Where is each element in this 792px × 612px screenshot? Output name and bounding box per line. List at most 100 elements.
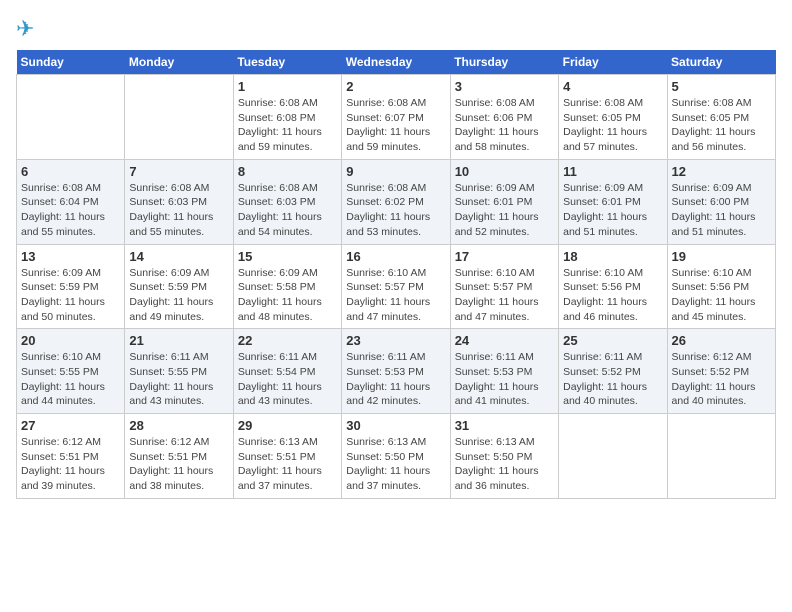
logo: ✈: [16, 16, 34, 42]
calendar-cell: 16 Sunrise: 6:10 AMSunset: 5:57 PMDayligh…: [342, 244, 450, 329]
day-number: 2: [346, 79, 445, 94]
day-info: Sunrise: 6:11 AMSunset: 5:53 PMDaylight:…: [346, 350, 445, 409]
calendar-cell: 23 Sunrise: 6:11 AMSunset: 5:53 PMDayligh…: [342, 329, 450, 414]
day-info: Sunrise: 6:09 AMSunset: 5:58 PMDaylight:…: [238, 266, 337, 325]
day-info: Sunrise: 6:08 AMSunset: 6:06 PMDaylight:…: [455, 96, 554, 155]
calendar-week-row: 1 Sunrise: 6:08 AMSunset: 6:08 PMDaylight…: [17, 75, 776, 160]
weekday-header: Wednesday: [342, 50, 450, 75]
weekday-header: Tuesday: [233, 50, 341, 75]
day-number: 21: [129, 333, 228, 348]
calendar-cell: 13 Sunrise: 6:09 AMSunset: 5:59 PMDayligh…: [17, 244, 125, 329]
day-number: 14: [129, 249, 228, 264]
day-info: Sunrise: 6:08 AMSunset: 6:03 PMDaylight:…: [238, 181, 337, 240]
day-number: 5: [672, 79, 771, 94]
day-info: Sunrise: 6:08 AMSunset: 6:02 PMDaylight:…: [346, 181, 445, 240]
day-number: 6: [21, 164, 120, 179]
day-info: Sunrise: 6:13 AMSunset: 5:51 PMDaylight:…: [238, 435, 337, 494]
day-number: 30: [346, 418, 445, 433]
day-info: Sunrise: 6:11 AMSunset: 5:55 PMDaylight:…: [129, 350, 228, 409]
day-number: 15: [238, 249, 337, 264]
day-info: Sunrise: 6:10 AMSunset: 5:57 PMDaylight:…: [455, 266, 554, 325]
day-info: Sunrise: 6:10 AMSunset: 5:57 PMDaylight:…: [346, 266, 445, 325]
day-number: 12: [672, 164, 771, 179]
calendar-header-row: SundayMondayTuesdayWednesdayThursdayFrid…: [17, 50, 776, 75]
day-number: 26: [672, 333, 771, 348]
day-info: Sunrise: 6:09 AMSunset: 5:59 PMDaylight:…: [21, 266, 120, 325]
day-info: Sunrise: 6:13 AMSunset: 5:50 PMDaylight:…: [346, 435, 445, 494]
calendar-cell: 4 Sunrise: 6:08 AMSunset: 6:05 PMDaylight…: [559, 75, 667, 160]
day-number: 22: [238, 333, 337, 348]
calendar-cell: 31 Sunrise: 6:13 AMSunset: 5:50 PMDayligh…: [450, 414, 558, 499]
calendar-cell: 24Sunrise: 6:11 AMSunset: 5:53 PMDayligh…: [450, 329, 558, 414]
day-info: Sunrise: 6:12 AMSunset: 5:52 PMDaylight:…: [672, 350, 771, 409]
day-info: Sunrise: 6:08 AMSunset: 6:04 PMDaylight:…: [21, 181, 120, 240]
day-info: Sunrise: 6:08 AMSunset: 6:05 PMDaylight:…: [672, 96, 771, 155]
day-number: 28: [129, 418, 228, 433]
calendar-cell: 15 Sunrise: 6:09 AMSunset: 5:58 PMDayligh…: [233, 244, 341, 329]
day-info: Sunrise: 6:08 AMSunset: 6:05 PMDaylight:…: [563, 96, 662, 155]
weekday-header: Friday: [559, 50, 667, 75]
calendar-cell: 22 Sunrise: 6:11 AMSunset: 5:54 PMDayligh…: [233, 329, 341, 414]
day-info: Sunrise: 6:08 AMSunset: 6:03 PMDaylight:…: [129, 181, 228, 240]
day-number: 25: [563, 333, 662, 348]
calendar-cell: 30 Sunrise: 6:13 AMSunset: 5:50 PMDayligh…: [342, 414, 450, 499]
day-info: Sunrise: 6:13 AMSunset: 5:50 PMDaylight:…: [455, 435, 554, 494]
day-info: Sunrise: 6:11 AMSunset: 5:54 PMDaylight:…: [238, 350, 337, 409]
day-info: Sunrise: 6:09 AMSunset: 6:01 PMDaylight:…: [455, 181, 554, 240]
day-info: Sunrise: 6:08 AMSunset: 6:08 PMDaylight:…: [238, 96, 337, 155]
day-info: Sunrise: 6:10 AMSunset: 5:56 PMDaylight:…: [672, 266, 771, 325]
calendar-cell: 10 Sunrise: 6:09 AMSunset: 6:01 PMDayligh…: [450, 159, 558, 244]
day-number: 17: [455, 249, 554, 264]
calendar-cell: 20 Sunrise: 6:10 AMSunset: 5:55 PMDayligh…: [17, 329, 125, 414]
calendar-cell: [559, 414, 667, 499]
day-info: Sunrise: 6:10 AMSunset: 5:55 PMDaylight:…: [21, 350, 120, 409]
day-number: 11: [563, 164, 662, 179]
day-number: 7: [129, 164, 228, 179]
day-number: 13: [21, 249, 120, 264]
weekday-header: Saturday: [667, 50, 775, 75]
day-number: 4: [563, 79, 662, 94]
weekday-header: Monday: [125, 50, 233, 75]
calendar-cell: 14 Sunrise: 6:09 AMSunset: 5:59 PMDayligh…: [125, 244, 233, 329]
calendar-cell: 9 Sunrise: 6:08 AMSunset: 6:02 PMDaylight…: [342, 159, 450, 244]
calendar-cell: 28 Sunrise: 6:12 AMSunset: 5:51 PMDayligh…: [125, 414, 233, 499]
calendar-week-row: 13 Sunrise: 6:09 AMSunset: 5:59 PMDayligh…: [17, 244, 776, 329]
calendar-cell: 1 Sunrise: 6:08 AMSunset: 6:08 PMDaylight…: [233, 75, 341, 160]
calendar-cell: [17, 75, 125, 160]
day-info: Sunrise: 6:12 AMSunset: 5:51 PMDaylight:…: [21, 435, 120, 494]
day-number: 31: [455, 418, 554, 433]
weekday-header: Thursday: [450, 50, 558, 75]
logo-bird-icon: ✈: [16, 16, 34, 42]
calendar-cell: 18Sunrise: 6:10 AMSunset: 5:56 PMDayligh…: [559, 244, 667, 329]
day-number: 10: [455, 164, 554, 179]
day-number: 29: [238, 418, 337, 433]
day-number: 23: [346, 333, 445, 348]
day-info: Sunrise: 6:12 AMSunset: 5:51 PMDaylight:…: [129, 435, 228, 494]
day-info: Sunrise: 6:11 AMSunset: 5:53 PMDaylight:…: [455, 350, 554, 409]
calendar-cell: 21 Sunrise: 6:11 AMSunset: 5:55 PMDayligh…: [125, 329, 233, 414]
calendar-week-row: 6 Sunrise: 6:08 AMSunset: 6:04 PMDaylight…: [17, 159, 776, 244]
day-number: 19: [672, 249, 771, 264]
day-number: 9: [346, 164, 445, 179]
calendar-cell: 29 Sunrise: 6:13 AMSunset: 5:51 PMDayligh…: [233, 414, 341, 499]
calendar-cell: 27 Sunrise: 6:12 AMSunset: 5:51 PMDayligh…: [17, 414, 125, 499]
day-number: 27: [21, 418, 120, 433]
page-header: ✈: [16, 16, 776, 42]
day-number: 1: [238, 79, 337, 94]
calendar-cell: 3 Sunrise: 6:08 AMSunset: 6:06 PMDaylight…: [450, 75, 558, 160]
day-info: Sunrise: 6:08 AMSunset: 6:07 PMDaylight:…: [346, 96, 445, 155]
calendar-cell: 11Sunrise: 6:09 AMSunset: 6:01 PMDayligh…: [559, 159, 667, 244]
day-number: 16: [346, 249, 445, 264]
calendar-table: SundayMondayTuesdayWednesdayThursdayFrid…: [16, 50, 776, 499]
calendar-cell: 26 Sunrise: 6:12 AMSunset: 5:52 PMDayligh…: [667, 329, 775, 414]
day-number: 3: [455, 79, 554, 94]
calendar-cell: 6 Sunrise: 6:08 AMSunset: 6:04 PMDaylight…: [17, 159, 125, 244]
calendar-cell: 5 Sunrise: 6:08 AMSunset: 6:05 PMDaylight…: [667, 75, 775, 160]
day-info: Sunrise: 6:11 AMSunset: 5:52 PMDaylight:…: [563, 350, 662, 409]
calendar-week-row: 27 Sunrise: 6:12 AMSunset: 5:51 PMDayligh…: [17, 414, 776, 499]
day-info: Sunrise: 6:09 AMSunset: 5:59 PMDaylight:…: [129, 266, 228, 325]
calendar-cell: [125, 75, 233, 160]
day-number: 20: [21, 333, 120, 348]
day-number: 8: [238, 164, 337, 179]
calendar-cell: [667, 414, 775, 499]
